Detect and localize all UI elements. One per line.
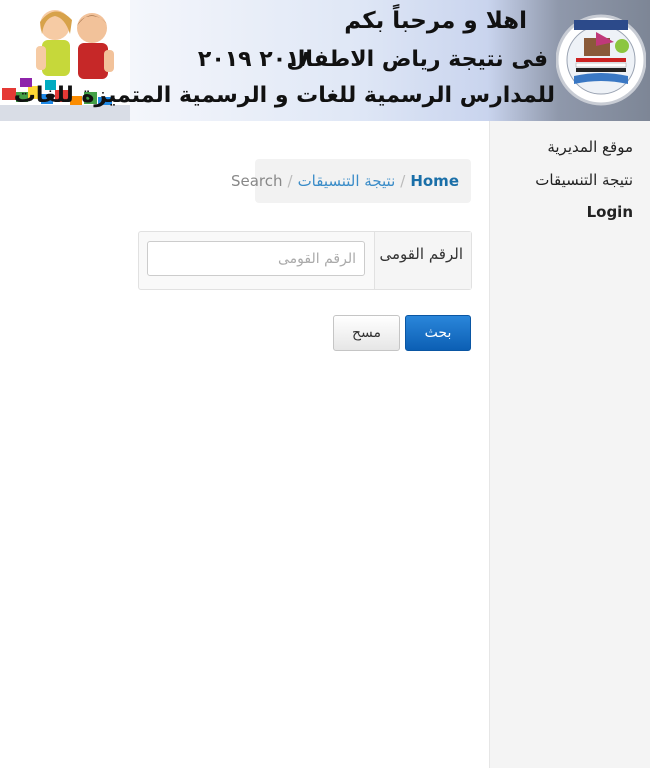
banner-welcome-text: اهلا و مرحباً بكم [344,8,527,34]
clear-button[interactable]: مسح [333,315,400,351]
banner-year-text: ٢٠١٨ ٢٠١٩ [197,47,313,72]
national-id-label: الرقم القومى [379,245,463,263]
breadcrumb-coordination-link[interactable]: نتيجة التنسيقات [298,172,396,190]
national-id-form-group: الرقم القومى [138,231,472,290]
sidebar-item-login[interactable]: Login [587,203,633,221]
national-id-label-box: الرقم القومى [374,232,471,289]
sidebar: موقع المديرية نتيجة التنسيقات Login [489,121,650,768]
sidebar-item-directorate-site[interactable]: موقع المديرية [547,138,633,156]
banner-kindergarten-text: فى نتيجة رياض الاطفال [286,47,548,72]
search-button[interactable]: بحث [405,315,471,351]
breadcrumb-current: Search [230,172,283,190]
sidebar-item-coordination-results[interactable]: نتيجة التنسيقات [535,171,633,189]
breadcrumb-home-link[interactable]: Home [410,172,459,190]
breadcrumb: Search / نتيجة التنسيقات / Home [231,159,471,203]
header-banner: اهلا و مرحباً بكم فى نتيجة رياض الاطفال … [0,0,650,121]
directorate-logo [556,14,646,106]
national-id-input[interactable] [147,241,365,276]
breadcrumb-separator: / [400,172,406,190]
breadcrumb-separator: / [287,172,293,190]
banner-schools-text: للمدارس الرسمية للغات و الرسمية المتميزة… [13,83,555,108]
